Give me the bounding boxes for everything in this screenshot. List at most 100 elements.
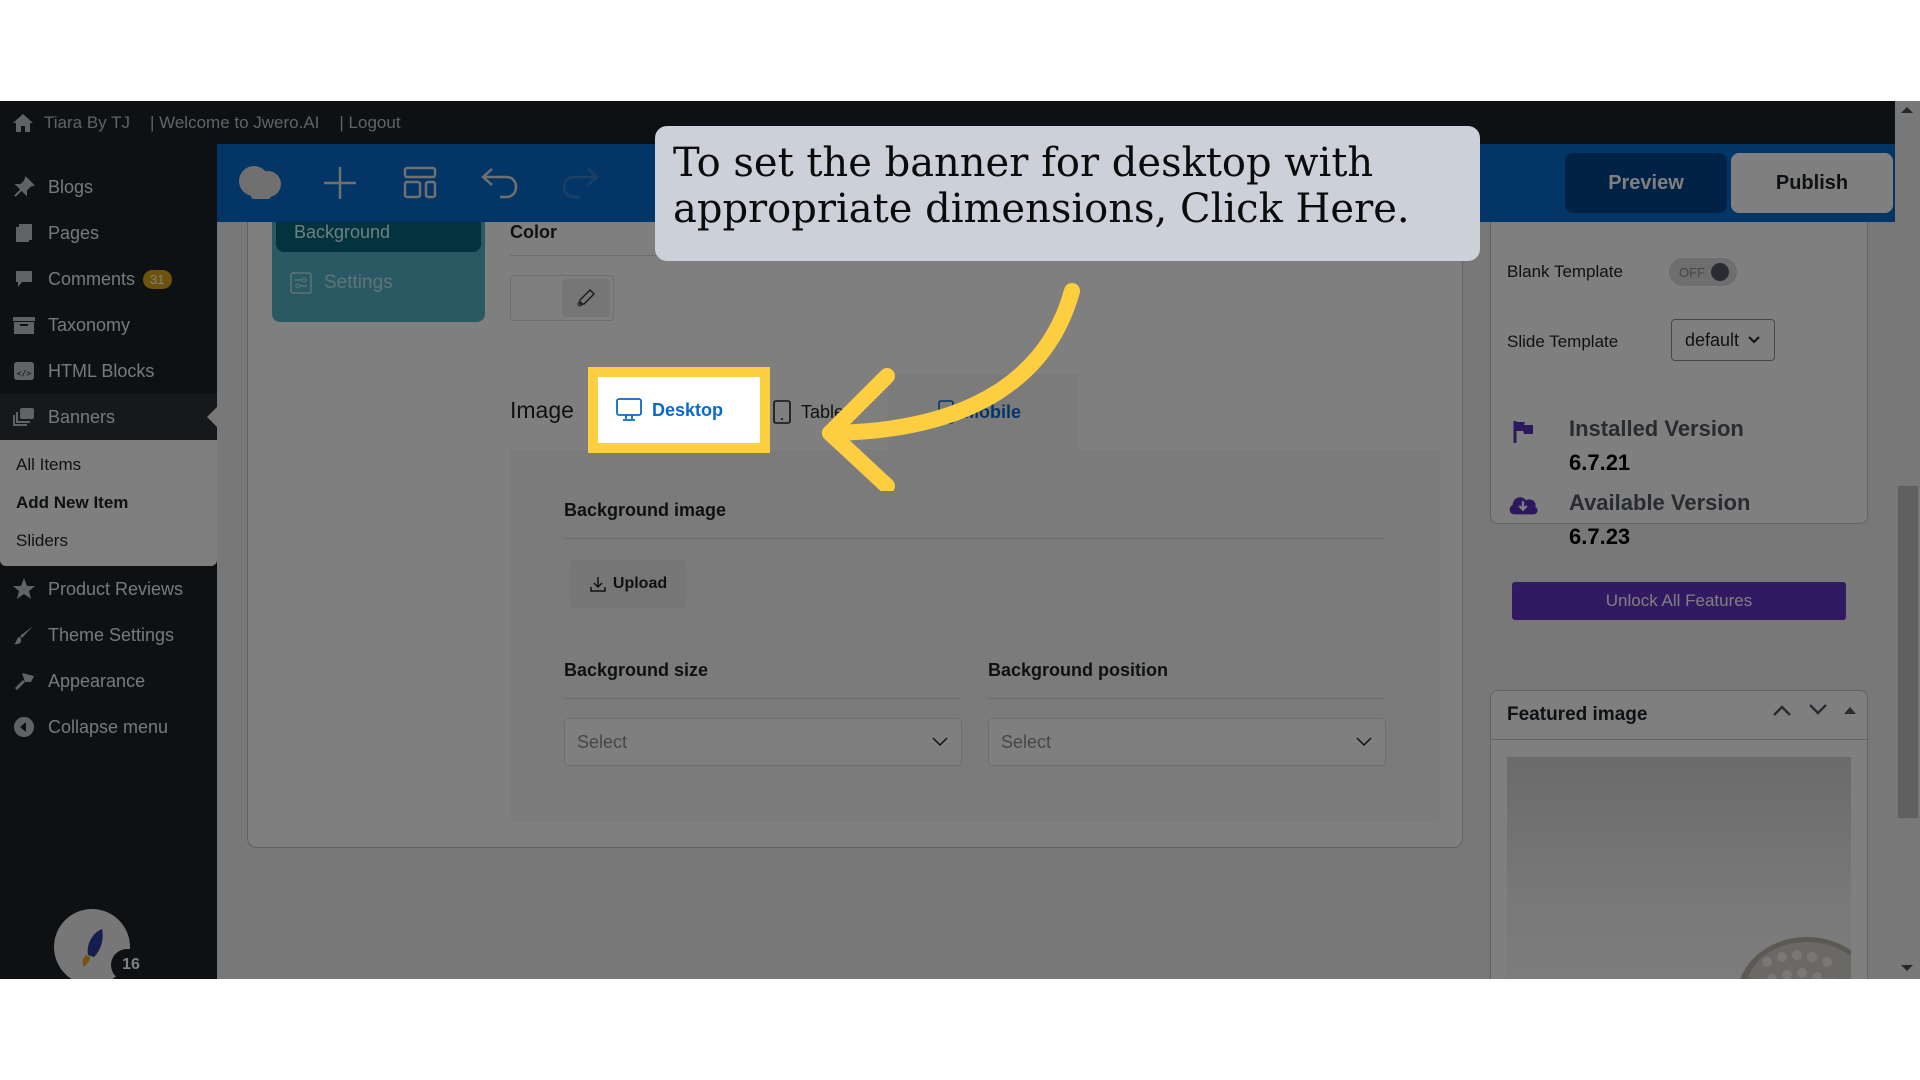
toggle-state: OFF: [1679, 264, 1705, 280]
sidebar-item-pages[interactable]: Pages: [0, 210, 217, 256]
move-up-icon[interactable]: [1771, 703, 1793, 717]
sidebar-item-theme-settings[interactable]: Theme Settings: [0, 612, 217, 658]
page-scrollbar[interactable]: [1895, 101, 1920, 979]
paintbrush-icon: [12, 670, 36, 692]
tablet-icon: [773, 400, 791, 424]
sidebar-item-comments[interactable]: Comments 31: [0, 256, 217, 302]
layout-icon[interactable]: [395, 158, 445, 208]
divider: [564, 538, 1384, 539]
chevron-down-icon: [932, 737, 948, 747]
featured-image-box: Featured image: [1490, 690, 1868, 979]
scroll-thumb[interactable]: [1898, 486, 1918, 818]
divider: [564, 698, 962, 699]
submenu-item-all-items[interactable]: All Items: [0, 446, 217, 484]
star-icon: [12, 578, 36, 600]
sidebar-item-blogs[interactable]: Blogs: [0, 164, 217, 210]
highlighted-tab-desktop[interactable]: Desktop: [588, 367, 770, 453]
logout-link[interactable]: | Logout: [339, 113, 400, 133]
background-image-label: Background image: [564, 500, 727, 520]
banners-submenu: All Items Add New Item Sliders: [0, 440, 217, 566]
background-size-select[interactable]: Select: [564, 718, 962, 766]
chevron-down-icon: [1748, 336, 1760, 344]
sidebar-item-label: Appearance: [48, 670, 146, 691]
settings-sliders-icon: [290, 272, 312, 294]
blank-template-label: Blank Template: [1507, 262, 1623, 281]
featured-image-thumbnail[interactable]: [1507, 757, 1851, 979]
color-picker[interactable]: [510, 275, 614, 321]
sidebar-item-html-blocks[interactable]: </> HTML Blocks: [0, 348, 217, 394]
archive-icon: [12, 314, 36, 336]
template-settings-panel: Blank Template OFF Slide Template defaul…: [1490, 222, 1868, 620]
sidebar-item-label: Collapse menu: [48, 716, 169, 737]
featured-image-title: Featured image: [1507, 704, 1648, 725]
upload-label: Upload: [612, 575, 668, 592]
callout-line-1: To set the banner for desktop with: [673, 140, 1374, 186]
scroll-down-icon[interactable]: [1901, 965, 1913, 971]
comments-count-badge: 31: [143, 269, 172, 289]
sidebar-item-taxonomy[interactable]: Taxonomy: [0, 302, 217, 348]
available-version-value: 6.7.23: [1569, 524, 1631, 549]
collapse-toggle-icon[interactable]: [1843, 704, 1857, 716]
logo-icon[interactable]: [235, 158, 285, 208]
banners-icon: [12, 406, 36, 428]
divider: [988, 698, 1386, 699]
cloud-download-icon: [1507, 488, 1539, 520]
image-settings-panel: Background image Upload Background size …: [510, 450, 1440, 822]
move-down-icon[interactable]: [1807, 703, 1829, 717]
site-name-link[interactable]: Tiara By TJ: [44, 113, 130, 133]
sidebar-item-label: Pages: [48, 222, 100, 243]
sidebar-item-label: Banners: [48, 406, 116, 427]
pointer-arrow-icon: [822, 283, 1080, 491]
preview-button[interactable]: Preview: [1565, 153, 1727, 213]
flag-icon: [1507, 416, 1539, 448]
tab-settings-label: Settings: [324, 272, 393, 293]
installed-version-value: 6.7.21: [1569, 450, 1631, 475]
svg-text:</>: </>: [17, 369, 32, 378]
brush-icon: [12, 624, 36, 646]
background-position-select[interactable]: Select: [988, 718, 1386, 766]
ring-image: [1740, 937, 1851, 979]
section-tabs: Background Settings: [272, 222, 485, 322]
featured-image-header: Featured image: [1491, 691, 1867, 740]
image-section-label: Image: [510, 397, 574, 423]
background-position-value: Select: [1001, 731, 1052, 752]
add-icon[interactable]: [315, 158, 365, 208]
eyedropper-icon[interactable]: [562, 279, 610, 317]
submenu-item-sliders[interactable]: Sliders: [0, 522, 217, 560]
admin-sidebar: Blogs Pages Comments 31 Taxonomy </> HTM…: [0, 144, 217, 979]
slide-template-label: Slide Template: [1507, 332, 1619, 351]
pin-icon: [12, 176, 36, 198]
notification-count-badge: 16: [111, 949, 151, 979]
tutorial-callout: To set the banner for desktop with appro…: [655, 126, 1480, 261]
rocket-icon: [82, 929, 103, 967]
color-label: Color: [510, 222, 557, 242]
download-icon: [589, 575, 607, 593]
sidebar-item-label: HTML Blocks: [48, 360, 155, 381]
welcome-link[interactable]: | Welcome to Jwero.AI: [150, 113, 319, 133]
sidebar-item-label: Theme Settings: [48, 624, 175, 645]
sidebar-item-label: Blogs: [48, 176, 94, 197]
publish-button[interactable]: Publish: [1731, 153, 1893, 213]
tab-settings[interactable]: Settings: [290, 272, 393, 294]
background-size-value: Select: [577, 731, 628, 752]
toggle-knob: [1711, 263, 1729, 281]
collapse-menu-button[interactable]: Collapse menu: [0, 704, 217, 750]
home-icon[interactable]: [12, 113, 34, 133]
upload-button[interactable]: Upload: [570, 560, 686, 608]
unlock-all-features-button[interactable]: Unlock All Features: [1512, 582, 1846, 620]
tab-background[interactable]: Background: [276, 222, 481, 252]
submenu-item-add-new-item[interactable]: Add New Item: [0, 484, 217, 522]
available-version-label: Available Version: [1569, 490, 1751, 515]
background-size-label: Background size: [564, 660, 709, 680]
background-position-label: Background position: [988, 660, 1168, 680]
redo-icon[interactable]: [555, 158, 605, 208]
slide-template-select[interactable]: default: [1671, 319, 1775, 361]
sidebar-item-product-reviews[interactable]: Product Reviews: [0, 566, 217, 612]
tab-desktop-label: Desktop: [652, 399, 724, 420]
scroll-up-icon[interactable]: [1901, 107, 1913, 113]
desktop-monitor-icon: [616, 398, 642, 422]
sidebar-item-banners[interactable]: Banners: [0, 394, 217, 440]
sidebar-item-appearance[interactable]: Appearance: [0, 658, 217, 704]
blank-template-toggle[interactable]: OFF: [1669, 258, 1737, 286]
undo-icon[interactable]: [475, 158, 525, 208]
